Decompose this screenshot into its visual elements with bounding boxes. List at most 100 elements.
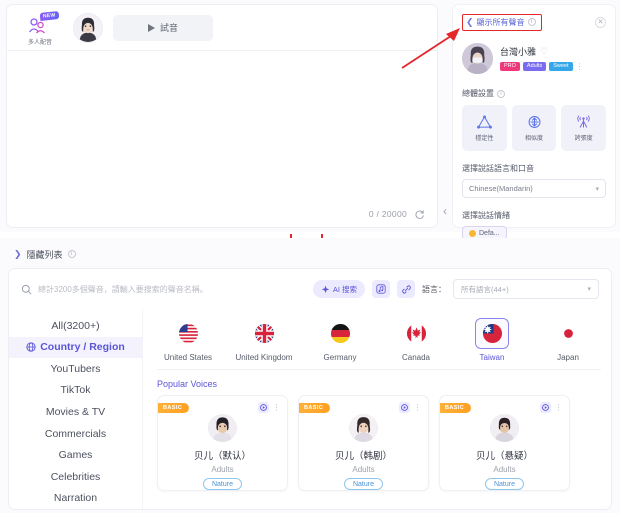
multi-dub-button[interactable]: NEW 多人配音 <box>17 10 63 46</box>
preview-play-icon[interactable] <box>257 402 269 413</box>
language-filter-select[interactable]: 所有語言(44+) ▾ <box>453 279 599 299</box>
current-voice-summary: 台灣小雅 ♡ PRO Adults Sweet ⋮ <box>462 43 606 74</box>
new-badge: NEW <box>40 10 60 21</box>
sidebar-item-celebrities[interactable]: Celebrities <box>9 466 142 488</box>
sidebar-item-country-region[interactable]: Country / Region <box>9 336 142 359</box>
flag-chip <box>323 318 357 349</box>
chevron-left-icon: ‹ <box>443 204 447 218</box>
hide-list-toggle[interactable]: ❯ 隱藏列表 i <box>14 246 76 262</box>
search-box[interactable] <box>21 278 306 300</box>
country-united-kingdom[interactable]: United Kingdom <box>233 315 295 362</box>
info-icon[interactable]: i <box>527 18 536 26</box>
more-options-icon[interactable]: ⋮ <box>576 62 585 71</box>
de-flag-icon <box>330 323 350 344</box>
flag-chip <box>475 318 509 349</box>
voice-settings-panel: ❮ 顯示所有聲音 i ✕ 台灣小雅 ♡ PRO Adults Sweet ⋮ 總… <box>452 4 616 240</box>
language-accent-value: Chinese(Mandarin) <box>469 184 533 193</box>
flag-chip <box>247 318 281 349</box>
avatar-portrait-icon <box>349 414 378 442</box>
attribute-name: 穩定性 <box>475 136 494 142</box>
attribute-stability[interactable]: 穩定性 <box>462 105 507 151</box>
audition-label: 試音 <box>159 23 178 33</box>
avatar-portrait-icon <box>462 43 493 74</box>
voice-tag-list: PRO Adults Sweet ⋮ <box>500 62 606 71</box>
info-icon[interactable]: i <box>497 89 505 98</box>
sidebar-item-all[interactable]: All(3200+) <box>9 315 142 337</box>
close-icon[interactable]: ✕ <box>595 16 606 28</box>
sidebar-item-games[interactable]: Games <box>9 444 142 466</box>
country-germany[interactable]: Germany <box>309 315 371 362</box>
selected-voice-avatar[interactable] <box>73 12 103 43</box>
category-label: Country / Region <box>40 341 125 354</box>
more-options-icon[interactable]: ⋮ <box>273 403 282 412</box>
music-note-button[interactable] <box>372 280 390 298</box>
card-tools: ⋮ <box>257 402 282 413</box>
chevron-left-icon: ❮ <box>466 16 474 27</box>
voice-card[interactable]: BASIC ⋮ <box>439 395 570 491</box>
voice-card-age: Adults <box>211 465 234 474</box>
language-accent-select[interactable]: Chinese(Mandarin) ▾ <box>462 179 606 198</box>
globe-icon <box>26 342 36 352</box>
sidebar-item-movies-tv[interactable]: Movies & TV <box>9 401 142 423</box>
category-label: TikTok <box>60 384 91 397</box>
emotion-dot-icon <box>469 229 476 237</box>
similarity-icon <box>528 116 540 128</box>
sidebar-item-narration[interactable]: Narration <box>9 488 142 510</box>
refresh-icon[interactable] <box>414 209 425 220</box>
flag-chip <box>171 318 205 349</box>
voice-card[interactable]: BASIC ⋮ <box>157 395 288 491</box>
show-all-voices-button[interactable]: ❮ 顯示所有聲音 i <box>462 13 542 31</box>
country-united-states[interactable]: United States <box>157 315 219 362</box>
preview-play-icon[interactable] <box>398 402 410 413</box>
country-label: Taiwan <box>479 353 505 362</box>
attribute-exaggeration[interactable]: 誇張度 <box>561 105 607 151</box>
card-tools: ⋮ <box>539 402 564 413</box>
character-count: 0 / 20000 <box>368 209 407 219</box>
voice-card-grid: BASIC ⋮ 贝儿（默认） Adults Nature BASIC ⋮ 贝儿（… <box>157 395 601 491</box>
category-label: Games <box>58 449 93 462</box>
link-button[interactable] <box>397 280 415 298</box>
country-japan[interactable]: Japan <box>537 315 599 362</box>
music-note-icon <box>376 284 386 294</box>
play-icon <box>147 23 155 32</box>
voice-avatar[interactable] <box>462 43 493 74</box>
voice-card-name: 贝儿（悬疑） <box>475 451 533 462</box>
voice-panel-header: ❮ 顯示所有聲音 i ✕ <box>462 13 606 31</box>
app-root: NEW 多人配音 試音 0 / 20000 ‹ ❮ 顯示所有聲音 i ✕ 台灣小… <box>0 0 620 513</box>
country-taiwan[interactable]: Taiwan <box>461 315 523 362</box>
more-options-icon[interactable]: ⋮ <box>555 403 564 412</box>
voice-tag-pro: PRO <box>500 62 520 71</box>
collapse-panel-button[interactable]: ‹ <box>438 196 452 226</box>
ai-search-label: AI 搜索 <box>332 284 357 294</box>
library-body: All(3200+) Country / Region YouTubers Ti… <box>9 309 611 509</box>
voice-card-tag: Nature <box>343 478 383 490</box>
library-content: United States United Kingdom Germany Can… <box>143 309 611 509</box>
country-label: United States <box>163 353 213 362</box>
play-circle-icon <box>541 404 549 411</box>
avatar-portrait-icon <box>490 414 519 442</box>
voice-card-tag: Nature <box>484 478 524 490</box>
sidebar-item-commercials[interactable]: Commercials <box>9 423 142 445</box>
country-label: Japan <box>557 353 579 362</box>
preview-play-icon[interactable] <box>539 402 551 413</box>
info-icon[interactable]: i <box>67 250 76 258</box>
search-input[interactable] <box>38 284 306 294</box>
ai-search-button[interactable]: AI 搜索 <box>312 280 365 298</box>
language-filter-value: 所有語言(44+) <box>461 284 509 294</box>
favorite-heart-icon[interactable]: ♡ <box>540 46 548 57</box>
attribute-name: 相似度 <box>525 136 544 142</box>
sidebar-item-youtubers[interactable]: YouTubers <box>9 358 142 380</box>
more-options-icon[interactable]: ⋮ <box>414 403 423 412</box>
attribute-similarity[interactable]: 相似度 <box>511 105 557 151</box>
voice-card[interactable]: BASIC ⋮ <box>298 395 429 491</box>
country-label: Canada <box>401 353 431 362</box>
search-icon <box>21 284 32 294</box>
text-editor-card: NEW 多人配音 試音 0 / 20000 <box>6 4 438 228</box>
country-canada[interactable]: Canada <box>385 315 447 362</box>
attribute-name: 誇張度 <box>574 136 593 142</box>
tw-flag-icon <box>482 323 502 344</box>
audition-button[interactable]: 試音 <box>113 14 213 41</box>
sidebar-item-tiktok[interactable]: TikTok <box>9 380 142 402</box>
category-label: Commercials <box>44 427 107 440</box>
editor-text-area[interactable] <box>7 51 437 201</box>
